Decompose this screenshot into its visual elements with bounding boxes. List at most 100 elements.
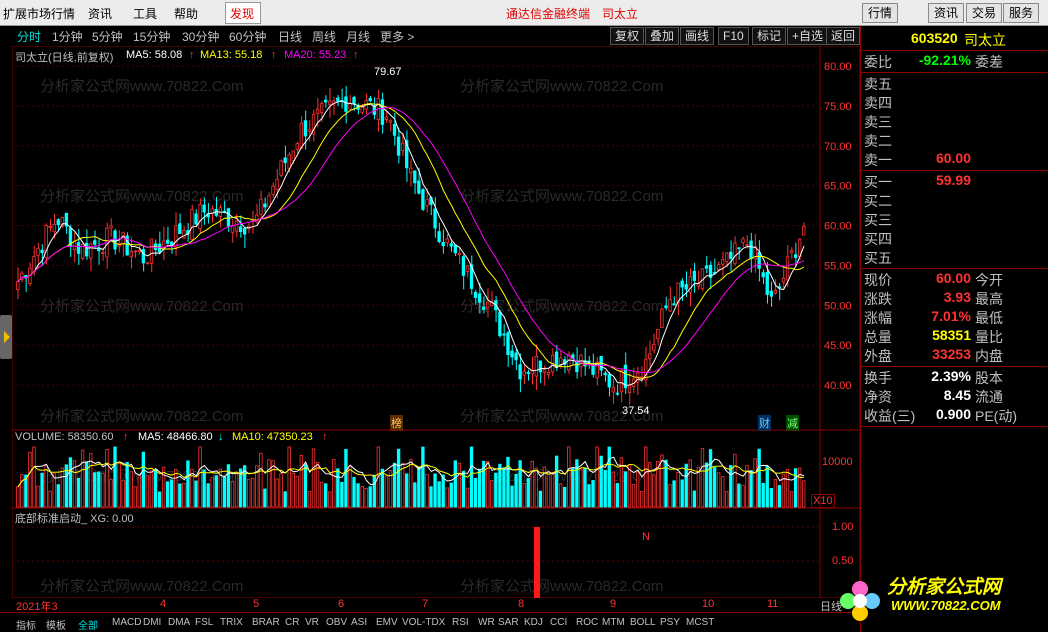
draw-button[interactable]: 画线 bbox=[680, 27, 715, 45]
quote-header: 603520 司太立 bbox=[861, 26, 1048, 50]
info-button[interactable]: 资讯 bbox=[928, 3, 965, 23]
stat-value: 8.45 bbox=[943, 387, 971, 403]
volume-bar bbox=[80, 449, 85, 508]
candle-body bbox=[16, 281, 20, 290]
tab-emv[interactable]: EMV bbox=[376, 617, 398, 628]
volume-bar bbox=[328, 491, 332, 508]
period-weekly[interactable]: 周线 bbox=[312, 28, 336, 45]
menu-item-discover[interactable]: 发现 bbox=[230, 5, 254, 22]
period-15min[interactable]: 15分钟 bbox=[133, 28, 170, 45]
stat-label-2: 最低 bbox=[975, 310, 1003, 326]
candle-body bbox=[89, 243, 93, 259]
volume-bar bbox=[214, 475, 218, 508]
period-more[interactable]: 更多 > bbox=[380, 28, 414, 45]
back-button[interactable]: 返回 bbox=[826, 27, 860, 45]
period-daily[interactable]: 日线 bbox=[278, 28, 302, 45]
finance-badge[interactable]: 财 bbox=[758, 415, 771, 431]
menu-item-help[interactable]: 帮助 bbox=[174, 5, 198, 22]
candle-body bbox=[234, 220, 239, 232]
tab-mcst[interactable]: MCST bbox=[686, 617, 714, 628]
volume-ma5-arrow-down-icon: ↓ bbox=[218, 431, 224, 443]
tab-dma[interactable]: DMA bbox=[168, 617, 190, 628]
volume-ma5-label: MA5: 48466.80 bbox=[138, 431, 213, 443]
volume-bar bbox=[700, 448, 705, 508]
service-button[interactable]: 服务 bbox=[1003, 3, 1040, 23]
menu-item-news[interactable]: 资讯 bbox=[88, 5, 112, 22]
mark-button[interactable]: 标记 bbox=[752, 27, 787, 45]
tab-macd[interactable]: MACD bbox=[112, 617, 141, 628]
tab-psy[interactable]: PSY bbox=[660, 617, 680, 628]
tab-kdj[interactable]: KDJ bbox=[524, 617, 543, 628]
period-5min[interactable]: 5分钟 bbox=[92, 28, 123, 45]
candle-body bbox=[291, 150, 295, 161]
volume-bar bbox=[445, 487, 449, 508]
tab-roc[interactable]: ROC bbox=[576, 617, 598, 628]
price-axis-label: 65.00 bbox=[824, 181, 852, 193]
tab-obv[interactable]: OBV bbox=[326, 617, 347, 628]
tab-vol-tdx[interactable]: VOL-TDX bbox=[402, 617, 445, 628]
quote-button[interactable]: 行情 bbox=[862, 3, 899, 23]
reduce-badge[interactable]: 减 bbox=[786, 415, 799, 431]
tab-vr[interactable]: VR bbox=[305, 617, 319, 628]
date-label: 4 bbox=[160, 598, 167, 610]
volume-bar bbox=[117, 463, 121, 508]
tab-wr[interactable]: WR bbox=[478, 617, 495, 628]
candle-body bbox=[465, 265, 470, 272]
candlestick-chart[interactable]: 80.00 75.00 70.00 65.00 60.00 55.00 50.00 45.00… bbox=[12, 46, 860, 430]
period-30min[interactable]: 30分钟 bbox=[182, 28, 219, 45]
tab-mtm[interactable]: MTM bbox=[602, 617, 625, 628]
volume-bar bbox=[461, 470, 466, 508]
volume-bar bbox=[676, 472, 680, 508]
period-1min[interactable]: 1分钟 bbox=[52, 28, 83, 45]
stat-label-2: 量比 bbox=[975, 329, 1003, 345]
buy2-row: 买二 bbox=[861, 191, 1048, 210]
candle-body bbox=[542, 369, 547, 373]
left-collapse-handle[interactable] bbox=[0, 315, 12, 359]
volume-bar bbox=[109, 478, 113, 508]
tab-boll[interactable]: BOLL bbox=[630, 617, 656, 628]
ranking-badge[interactable]: 榜 bbox=[390, 415, 403, 431]
volume-bar bbox=[234, 473, 239, 508]
ma5-arrow-up-icon: ↑ bbox=[189, 49, 195, 61]
volume-bar bbox=[563, 486, 567, 508]
indicator-chart[interactable] bbox=[12, 508, 860, 598]
volume-bar bbox=[546, 471, 551, 508]
period-intraday[interactable]: 分时 bbox=[17, 28, 41, 45]
add-watchlist-button[interactable]: +自选 bbox=[787, 27, 829, 45]
period-monthly[interactable]: 月线 bbox=[346, 28, 370, 45]
tab-asi[interactable]: ASI bbox=[351, 617, 367, 628]
candle-body bbox=[721, 259, 725, 265]
tab-fsl[interactable]: FSL bbox=[195, 617, 213, 628]
tab-all[interactable]: 全部 bbox=[78, 617, 98, 632]
candle-body bbox=[323, 99, 328, 103]
volume-bar bbox=[206, 483, 210, 508]
f10-button[interactable]: F10 bbox=[718, 27, 749, 45]
tab-dmi[interactable]: DMI bbox=[143, 617, 161, 628]
tab-brar[interactable]: BRAR bbox=[252, 617, 280, 628]
tab-sar[interactable]: SAR bbox=[498, 617, 519, 628]
tab-cci[interactable]: CCI bbox=[550, 617, 567, 628]
candle-body bbox=[267, 195, 271, 208]
trade-button[interactable]: 交易 bbox=[966, 3, 1003, 23]
buy5-label: 买五 bbox=[864, 250, 892, 266]
candle-body bbox=[639, 376, 644, 379]
adjust-button[interactable]: 复权 bbox=[610, 27, 645, 45]
menu-item-tools[interactable]: 工具 bbox=[133, 5, 157, 22]
tab-indicator[interactable]: 指标 bbox=[16, 617, 36, 632]
overlay-button[interactable]: 叠加 bbox=[645, 27, 680, 45]
tab-cr[interactable]: CR bbox=[285, 617, 299, 628]
volume-bar bbox=[344, 448, 348, 508]
stat-row: 涨跌 3.93 最高 bbox=[861, 289, 1048, 308]
volume-bar bbox=[494, 472, 498, 508]
tab-trix[interactable]: TRIX bbox=[220, 617, 243, 628]
tab-template[interactable]: 模板 bbox=[46, 617, 66, 632]
stat-label: 现价 bbox=[864, 272, 892, 288]
tab-rsi[interactable]: RSI bbox=[452, 617, 469, 628]
candle-body bbox=[615, 392, 620, 395]
volume-bar bbox=[449, 482, 453, 508]
candle-body bbox=[477, 293, 482, 303]
menu-item-ext-market[interactable]: 扩展市场行情 bbox=[3, 5, 75, 22]
ma13-line bbox=[17, 102, 805, 380]
period-60min[interactable]: 60分钟 bbox=[229, 28, 266, 45]
candle-body bbox=[271, 185, 275, 195]
